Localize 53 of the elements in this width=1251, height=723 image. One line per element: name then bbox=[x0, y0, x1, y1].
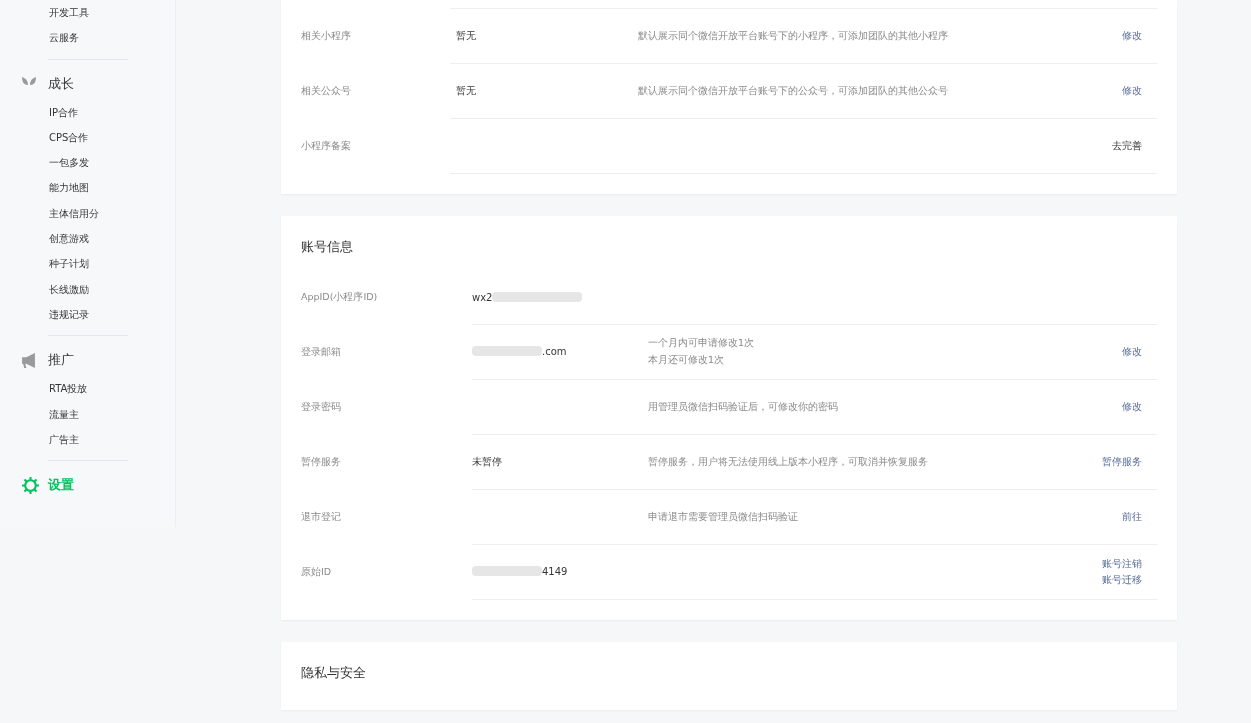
sidebar-item[interactable]: 云服务 bbox=[0, 25, 175, 51]
redacted-block bbox=[472, 566, 542, 577]
field-description: 默认展示同个微信开放平台账号下的小程序，可添加团队的其他小程序 bbox=[638, 29, 949, 43]
action-link[interactable]: 修改 bbox=[1122, 345, 1142, 359]
field-description: 申请退市需要管理员微信扫码验证 bbox=[648, 510, 799, 524]
action-link[interactable]: 暂停服务 bbox=[1102, 455, 1142, 469]
sidebar-item[interactable]: 流量主 bbox=[0, 401, 175, 427]
sidebar-section[interactable]: 推广 bbox=[0, 344, 175, 377]
field-label: AppID(小程序ID) bbox=[301, 290, 378, 304]
field-value: 4149 bbox=[472, 565, 568, 577]
field-value: wx2 bbox=[472, 291, 583, 303]
action-link[interactable]: 修改 bbox=[1122, 84, 1142, 98]
action-link[interactable]: 账号迁移 bbox=[1102, 573, 1142, 587]
field-description: 用管理员微信扫码验证后，可修改你的密码 bbox=[648, 400, 839, 414]
action-link[interactable]: 修改 bbox=[1122, 400, 1142, 414]
action-link[interactable]: 去完善 bbox=[1112, 139, 1142, 153]
sidebar-item[interactable]: 广告主 bbox=[0, 426, 175, 453]
field-label: 登录密码 bbox=[301, 400, 341, 414]
sidebar-item[interactable]: 一包多发 bbox=[0, 150, 175, 176]
sidebar-item[interactable]: 种子计划 bbox=[0, 251, 175, 277]
sidebar-item[interactable]: 违规记录 bbox=[0, 301, 175, 328]
sidebar-item[interactable]: IP合作 bbox=[0, 99, 175, 125]
sidebar-item[interactable]: RTA投放 bbox=[0, 376, 175, 402]
redacted-block bbox=[472, 346, 542, 357]
field-value: 暂无 bbox=[456, 84, 476, 98]
field-label: 相关公众号 bbox=[301, 84, 351, 98]
sidebar-section[interactable]: 成长 bbox=[0, 67, 175, 100]
card-title: 账号信息 bbox=[301, 238, 354, 256]
action-link[interactable]: 前往 bbox=[1122, 510, 1142, 524]
sidebar-item[interactable]: CPS合作 bbox=[0, 124, 175, 151]
field-description: 一个月内可申请修改1次 bbox=[648, 337, 756, 350]
sidebar-item[interactable]: 主体信用分 bbox=[0, 200, 175, 227]
field-label: 登录邮箱 bbox=[301, 345, 341, 359]
card-title: 隐私与安全 bbox=[301, 664, 367, 682]
field-description: 暂停服务，用户将无法使用线上版本小程序，可取消并恢复服务 bbox=[648, 455, 929, 469]
field-label: 退市登记 bbox=[301, 510, 341, 524]
sidebar-item[interactable]: 长线激励 bbox=[0, 276, 175, 302]
sidebar-item[interactable]: 能力地图 bbox=[0, 175, 175, 201]
field-value: .com bbox=[472, 345, 567, 357]
field-label: 暂停服务 bbox=[301, 455, 341, 469]
sidebar-item[interactable]: 创意游戏 bbox=[0, 226, 175, 252]
sidebar-item[interactable]: 开发工具 bbox=[0, 0, 175, 26]
action-link[interactable]: 账号注销 bbox=[1102, 557, 1142, 571]
field-value: 暂无 bbox=[456, 29, 476, 43]
field-value: 未暂停 bbox=[472, 455, 502, 469]
field-description: 默认展示同个微信开放平台账号下的公众号，可添加团队的其他公众号 bbox=[638, 84, 949, 98]
field-label: 相关小程序 bbox=[301, 29, 351, 43]
action-link[interactable]: 修改 bbox=[1122, 29, 1142, 43]
field-description: 本月还可修改1次 bbox=[648, 354, 726, 367]
field-label: 小程序备案 bbox=[301, 139, 351, 153]
field-label: 原始ID bbox=[301, 565, 332, 579]
megaphone-icon bbox=[22, 352, 35, 368]
gear-icon bbox=[22, 476, 39, 494]
